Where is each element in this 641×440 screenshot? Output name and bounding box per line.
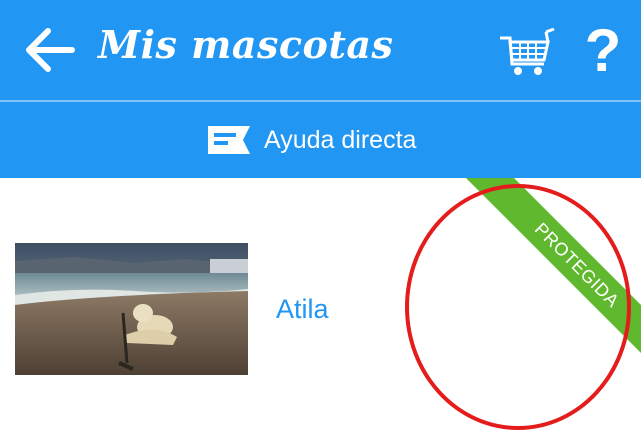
back-arrow-icon (26, 28, 75, 72)
direct-help-button[interactable]: Ayuda directa (0, 102, 641, 178)
highlight-circle (405, 184, 631, 430)
cart-button[interactable] (498, 27, 556, 78)
message-icon (208, 126, 250, 154)
direct-help-label: Ayuda directa (264, 125, 417, 154)
toolbar: Mis mascotas ? (0, 0, 641, 101)
pet-name: Atila (276, 294, 329, 324)
direct-help-content: Ayuda directa (208, 124, 416, 156)
app-bar: Mis mascotas ? Ayuda directa (0, 0, 641, 178)
shopping-cart-icon (500, 27, 555, 75)
help-button[interactable]: ? (578, 16, 628, 86)
pet-photo (15, 243, 248, 375)
page-title: Mis mascotas (98, 22, 394, 67)
back-button[interactable] (22, 26, 76, 74)
